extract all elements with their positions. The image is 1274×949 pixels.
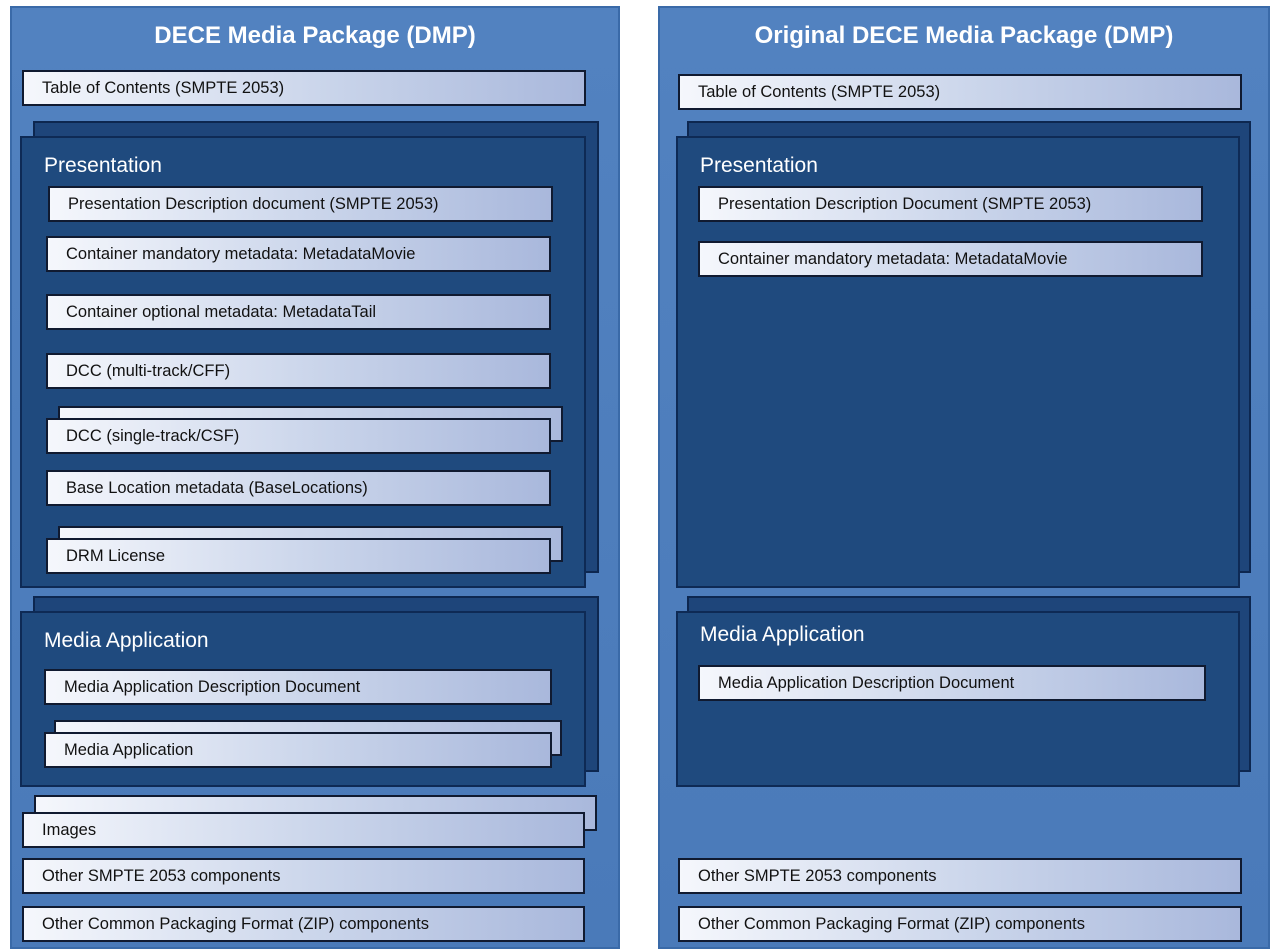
left-media-app-title: Media Application: [44, 629, 209, 652]
right-other-zip-components: Other Common Packaging Format (ZIP) comp…: [678, 906, 1242, 942]
left-container-mandatory-metadata: Container mandatory metadata: MetadataMo…: [46, 236, 551, 272]
left-media-app-description-doc: Media Application Description Document: [44, 669, 552, 705]
right-container-mandatory-metadata: Container mandatory metadata: MetadataMo…: [698, 241, 1203, 277]
right-media-app-description-doc: Media Application Description Document: [698, 665, 1206, 701]
right-package-title: Original DECE Media Package (DMP): [754, 22, 1174, 49]
left-other-smpte-components: Other SMPTE 2053 components: [22, 858, 585, 894]
right-other-smpte-components: Other SMPTE 2053 components: [678, 858, 1242, 894]
right-media-app-title: Media Application: [700, 623, 865, 646]
left-drm-license: DRM License: [46, 538, 551, 574]
left-other-zip-components: Other Common Packaging Format (ZIP) comp…: [22, 906, 585, 942]
right-presentation-title: Presentation: [700, 154, 818, 177]
right-media-app-section: Media Application Media Application Desc…: [676, 611, 1240, 787]
left-package-title: DECE Media Package (DMP): [154, 22, 476, 49]
left-toc-bar: Table of Contents (SMPTE 2053): [22, 70, 586, 106]
left-media-application: Media Application: [44, 732, 552, 768]
left-base-location-metadata: Base Location metadata (BaseLocations): [46, 470, 551, 506]
left-presentation-description-doc: Presentation Description document (SMPTE…: [48, 186, 553, 222]
left-dcc-multi-track: DCC (multi-track/CFF): [46, 353, 551, 389]
left-container-optional-metadata: Container optional metadata: MetadataTai…: [46, 294, 551, 330]
left-images: Images: [22, 812, 585, 848]
left-presentation-title: Presentation: [44, 154, 162, 177]
left-dcc-single-track: DCC (single-track/CSF): [46, 418, 551, 454]
right-package: Original DECE Media Package (DMP) Table …: [658, 6, 1270, 949]
left-media-app-section: Media Application Media Application Desc…: [20, 611, 586, 787]
right-presentation-description-doc: Presentation Description Document (SMPTE…: [698, 186, 1203, 222]
right-toc-bar: Table of Contents (SMPTE 2053): [678, 74, 1242, 110]
left-presentation-section: Presentation Presentation Description do…: [20, 136, 586, 588]
right-presentation-section: Presentation Presentation Description Do…: [676, 136, 1240, 588]
left-package: DECE Media Package (DMP) Table of Conten…: [10, 6, 620, 949]
